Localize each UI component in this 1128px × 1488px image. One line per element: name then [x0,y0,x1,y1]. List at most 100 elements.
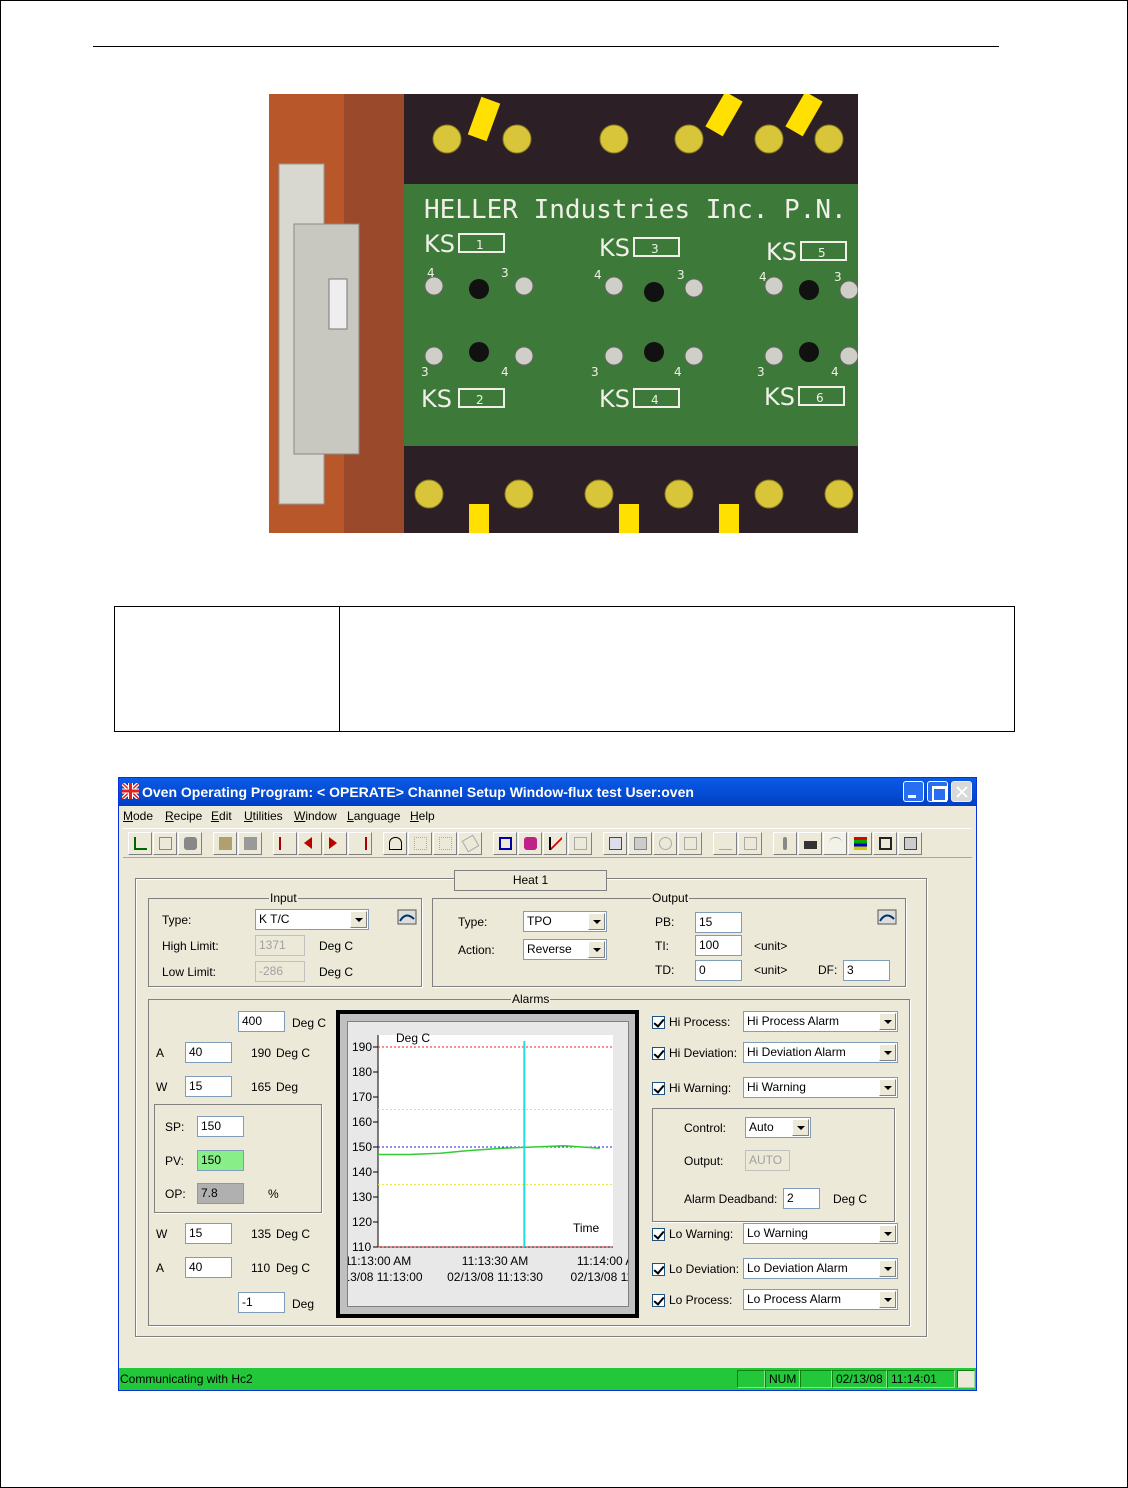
chevron-down-icon[interactable] [879,1260,896,1277]
chevron-down-icon[interactable] [879,1013,896,1030]
open-button[interactable] [213,832,237,855]
alarm-bottom-field[interactable]: -1 [238,1292,285,1313]
lo-process-select[interactable]: Lo Process Alarm [743,1289,898,1310]
hi-deviation-select[interactable]: Hi Deviation Alarm [743,1042,898,1063]
df-field[interactable]: 3 [843,960,890,981]
sound-button[interactable] [433,832,457,855]
maximize-button[interactable] [927,781,948,802]
y-tick-label: 110 [352,1240,371,1254]
grid-disabled-button[interactable] [408,832,432,855]
first-record-button[interactable] [273,832,297,855]
alarm-top-field[interactable]: 400 [238,1011,285,1032]
eraser-button[interactable] [458,832,482,855]
hi-warning-offset-label: W [156,1080,168,1094]
menu-mode[interactable]: Mode [123,809,153,823]
ti-field[interactable]: 100 [695,935,742,956]
lock-button[interactable] [518,832,542,855]
table-button[interactable] [493,832,517,855]
menu-window[interactable]: Window [294,809,337,823]
convert-button[interactable] [738,832,762,855]
color-bars-button[interactable] [848,832,872,855]
cancel-button[interactable] [678,832,702,855]
copy-button[interactable] [603,832,627,855]
hi-warning-select[interactable]: Hi Warning [743,1077,898,1098]
formula-button[interactable] [713,832,737,855]
lo-deviation-checkbox[interactable] [652,1263,665,1276]
tools-button[interactable] [178,832,202,855]
hi-warning-offset-field[interactable]: 15 [185,1076,232,1097]
high-limit-label: High Limit: [162,939,219,953]
alarm-deadband-unit: Deg C [833,1192,868,1206]
lo-deviation-select[interactable]: Lo Deviation Alarm [743,1258,898,1279]
temperature-button[interactable] [773,832,797,855]
terminal-label: 4 [831,365,839,379]
chevron-down-icon[interactable] [350,911,367,928]
history-button[interactable] [653,832,677,855]
channel-button[interactable] [823,832,847,855]
lo-process-value: Lo Process Alarm [747,1292,842,1306]
thermometer-icon [783,837,787,850]
lo-warning-select[interactable]: Lo Warning [743,1223,898,1244]
flag-button[interactable] [543,832,567,855]
y-tick-label: 180 [352,1065,372,1079]
lock-icon [524,837,537,850]
sp-field[interactable]: 150 [197,1116,244,1137]
action-select[interactable]: Reverse [523,939,607,960]
x-tick-date-label: 2/13/08 11:13:00 [348,1270,423,1284]
setup-button[interactable] [153,832,177,855]
terminal-label: 3 [501,266,509,280]
hi-process-checkbox[interactable] [652,1016,665,1029]
chevron-down-icon[interactable] [879,1291,896,1308]
tools-icon [184,837,197,850]
curve-edit-icon[interactable] [877,909,897,925]
td-field[interactable]: 0 [695,960,742,981]
next-button[interactable] [323,832,347,855]
menu-recipe[interactable]: Recipe [165,809,202,823]
save-button[interactable] [238,832,262,855]
print-button[interactable] [798,832,822,855]
menu-edit[interactable]: Edit [211,809,232,823]
hi-warning-checkbox[interactable] [652,1082,665,1095]
chevron-down-icon[interactable] [588,913,605,930]
curve-edit-icon[interactable] [397,909,417,925]
chevron-down-icon[interactable] [792,1119,809,1136]
resize-grip-icon[interactable] [957,1370,975,1388]
menu-utilities[interactable]: Utilities [244,809,283,823]
action-label: Action: [458,943,495,957]
pv-trend-chart: Deg C 190 180 170 160 150 140 130 120 110 Time 11:1… [333,1010,643,1318]
hi-deviation-checkbox[interactable] [652,1047,665,1060]
title-bar[interactable]: Oven Operating Program: < OPERATE> Chann… [119,778,976,806]
report-icon [879,837,892,850]
tab-heat-1[interactable]: Heat 1 [454,870,607,891]
lo-alarm-label: A [156,1261,165,1275]
exit-button[interactable] [898,832,922,855]
hi-process-select[interactable]: Hi Process Alarm [743,1011,898,1032]
lo-alarm-offset-field[interactable]: 40 [185,1257,232,1278]
chevron-down-icon[interactable] [879,1225,896,1242]
input-type-select[interactable]: K T/C [255,909,369,930]
profile-button[interactable] [568,832,592,855]
pb-field[interactable]: 15 [695,912,742,933]
chevron-down-icon[interactable] [588,941,605,958]
previous-button[interactable] [298,832,322,855]
hi-alarm-offset-field[interactable]: 40 [185,1042,232,1063]
operate-mode-button[interactable] [128,832,152,855]
report-button[interactable] [873,832,897,855]
alarm-button[interactable] [383,832,407,855]
lo-warning-offset-field[interactable]: 15 [185,1223,232,1244]
output-type-select[interactable]: TPO [523,911,607,932]
chevron-down-icon[interactable] [879,1079,896,1096]
close-button[interactable] [951,781,972,802]
menu-help[interactable]: Help [410,809,435,823]
last-record-button[interactable] [348,832,372,855]
table-icon [499,837,512,850]
lo-warning-checkbox[interactable] [652,1228,665,1241]
paste-button[interactable] [628,832,652,855]
alarm-deadband-field[interactable]: 2 [783,1188,820,1209]
minimize-button[interactable] [903,781,924,802]
chevron-down-icon[interactable] [879,1044,896,1061]
pv-label: PV: [165,1154,184,1168]
lo-process-checkbox[interactable] [652,1294,665,1307]
menu-language[interactable]: Language [347,809,400,823]
control-select[interactable]: Auto [745,1117,811,1138]
